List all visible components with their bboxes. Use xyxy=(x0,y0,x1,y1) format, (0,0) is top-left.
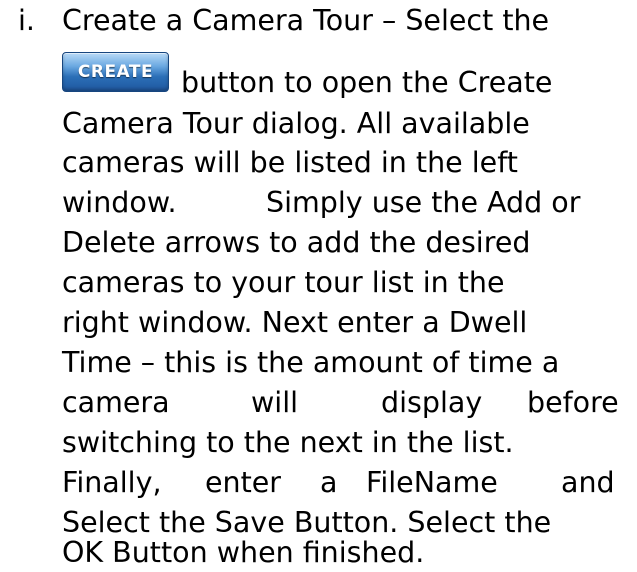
text-segment: a xyxy=(320,466,338,499)
text-segment: switching to the next in the list. xyxy=(62,426,514,459)
text-segment: FileName xyxy=(366,466,498,499)
text-segment: cameras to your tour list in the xyxy=(62,266,505,299)
text-segment: window. xyxy=(62,186,177,219)
text-segment: button to open the Create xyxy=(181,66,553,99)
text-segment: enter xyxy=(205,466,282,499)
text-segment: Simply use the Add or xyxy=(266,186,581,219)
text-segment: Finally, xyxy=(62,466,162,499)
instruction-item: i. Create a Camera Tour – Select the CRE… xyxy=(0,0,637,569)
create-button[interactable]: CREATE xyxy=(62,52,169,92)
text-segment: will xyxy=(251,386,299,419)
text-segment: camera xyxy=(62,386,170,419)
text-segment: Time – this is the amount of time a xyxy=(62,346,560,379)
text-segment: cameras will be listed in the left xyxy=(62,146,518,179)
text-segment: and xyxy=(561,466,615,499)
text-segment: right window. Next enter a Dwell xyxy=(62,306,528,339)
text-segment: Create a Camera Tour – Select the xyxy=(62,4,550,37)
text-segment: OK Button when finished. xyxy=(62,536,425,569)
text-segment: display xyxy=(381,386,483,419)
text-segment: before xyxy=(527,386,619,419)
create-button-label: CREATE xyxy=(77,62,154,82)
text-segment: Camera Tour dialog. All available xyxy=(62,107,530,140)
text-segment: Delete arrows to add the desired xyxy=(62,226,531,259)
list-marker: i. xyxy=(18,4,35,37)
